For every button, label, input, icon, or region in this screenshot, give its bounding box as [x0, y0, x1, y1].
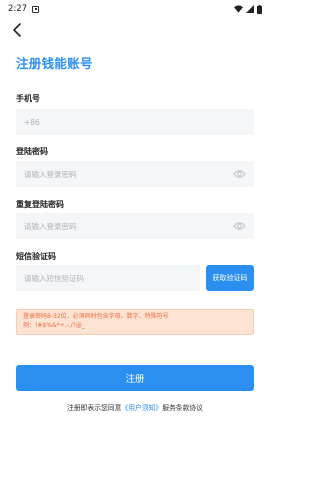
- chevron-left-icon: [13, 23, 21, 37]
- sms-label: 短信验证码: [16, 252, 56, 261]
- status-time: 2:27: [8, 4, 28, 14]
- password-rule-notice: 登录密码8-32位，必须同时包含字母、数字、特殊符号 例：!#$%&*+,-./…: [16, 309, 254, 335]
- notification-icon: [32, 5, 40, 13]
- wifi-icon: [234, 5, 243, 13]
- sms-field[interactable]: [16, 265, 200, 291]
- country-code: +86: [24, 117, 40, 127]
- password-label: 登陆密码: [16, 147, 48, 156]
- notice-line-2: 例：!#$%&*+,-./?@_: [23, 321, 85, 329]
- agreement-suffix: 服务条款协议: [162, 404, 203, 412]
- battery-icon: [257, 4, 262, 14]
- notice-line-1: 登录密码8-32位，必须同时包含字母、数字、特殊符号: [23, 313, 169, 320]
- agreement-text: 注册即表示您同意《用户须知》服务条款协议: [0, 402, 270, 412]
- status-icons: [234, 4, 262, 14]
- register-button[interactable]: 注册: [16, 365, 254, 391]
- get-code-button[interactable]: 获取验证码: [206, 265, 254, 291]
- signal-icon: [246, 5, 254, 13]
- eye-icon[interactable]: [233, 220, 246, 232]
- eye-icon[interactable]: [233, 168, 246, 180]
- agreement-prefix: 注册即表示您同意: [67, 404, 122, 412]
- password-field[interactable]: [16, 161, 254, 187]
- confirm-password-label: 重复登陆密码: [16, 200, 64, 209]
- phone-field[interactable]: +86: [16, 109, 254, 135]
- confirm-password-field[interactable]: [16, 213, 254, 239]
- phone-label: 手机号: [16, 94, 40, 103]
- phone-input[interactable]: [43, 117, 234, 127]
- confirm-password-input[interactable]: [24, 221, 214, 231]
- password-input[interactable]: [24, 169, 214, 179]
- sms-input[interactable]: [24, 273, 200, 283]
- page-title: 注册钱能账号: [16, 56, 93, 71]
- user-notice-link[interactable]: 《用户须知》: [121, 404, 162, 412]
- status-bar: 2:27: [0, 0, 270, 18]
- back-button[interactable]: [10, 22, 26, 38]
